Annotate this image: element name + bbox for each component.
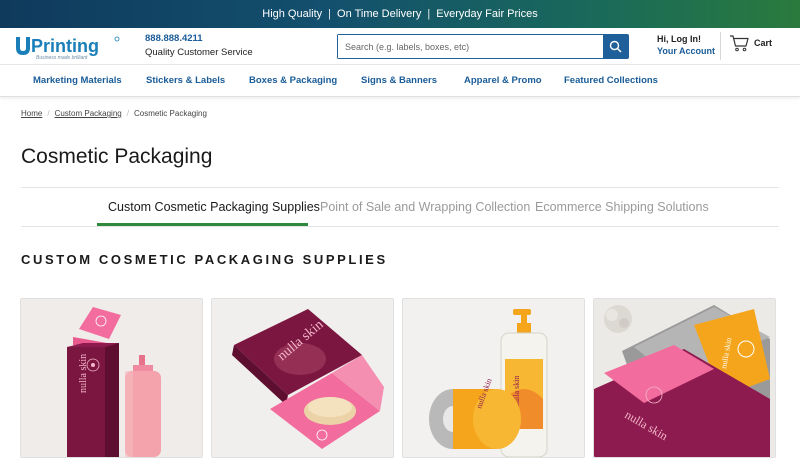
nav-item-boxes-packaging[interactable]: Boxes & Packaging <box>249 75 337 86</box>
tab-ecommerce-shipping[interactable]: Ecommerce Shipping Solutions <box>535 200 709 214</box>
promo-separator: | <box>427 8 431 20</box>
breadcrumb-custom-packaging[interactable]: Custom Packaging <box>55 109 122 118</box>
account-menu[interactable]: Hi, Log In! Your Account <box>657 33 715 57</box>
breadcrumb-separator: / <box>47 109 50 118</box>
product-card-tissue-pouch[interactable]: nulla skin nulla skin <box>593 298 776 458</box>
product-image-roll-labels: nulla skin nulla skin <box>403 299 584 457</box>
main-nav: Marketing Materials Stickers & Labels Bo… <box>0 64 800 97</box>
breadcrumb-home[interactable]: Home <box>21 109 42 118</box>
product-card-tuck-box[interactable]: nulla skin <box>211 298 394 458</box>
breadcrumb-current: Cosmetic Packaging <box>133 109 207 118</box>
tab-point-of-sale-wrapping[interactable]: Point of Sale and Wrapping Collection <box>320 200 530 214</box>
product-image-box-bottle: nulla skin <box>21 299 202 457</box>
search-input[interactable] <box>338 35 603 58</box>
account-link[interactable]: Your Account <box>657 45 715 57</box>
product-image-tuck-box: nulla skin <box>212 299 393 457</box>
nav-item-signs-banners[interactable]: Signs & Banners <box>361 75 437 86</box>
nav-item-stickers-labels[interactable]: Stickers & Labels <box>146 75 225 86</box>
nav-item-marketing-materials[interactable]: Marketing Materials <box>33 75 122 86</box>
phone-number[interactable]: 888.888.4211 <box>145 33 203 44</box>
site-header: Printing Business made brilliant 888.888… <box>0 28 800 64</box>
page-title: Cosmetic Packaging <box>21 145 213 168</box>
nav-item-featured-collections[interactable]: Featured Collections <box>564 75 658 86</box>
header-divider <box>720 32 721 60</box>
search-button[interactable] <box>603 35 628 58</box>
uprinting-logo[interactable]: Printing Business made brilliant <box>14 34 120 61</box>
product-card-box-bottle[interactable]: nulla skin <box>20 298 203 458</box>
logo-mark: Printing Business made brilliant <box>16 36 120 61</box>
breadcrumb: Home / Custom Packaging / Cosmetic Packa… <box>21 109 207 118</box>
product-card-roll-labels[interactable]: nulla skin nulla skin <box>402 298 585 458</box>
svg-text:Business made brilliant: Business made brilliant <box>36 55 88 60</box>
search-icon <box>609 40 622 53</box>
promo-delivery: On Time Delivery <box>337 8 422 20</box>
promo-prices: Everyday Fair Prices <box>436 8 538 20</box>
box-brand-text: nulla skin <box>78 354 89 393</box>
cart-button[interactable]: Cart <box>729 34 772 52</box>
promo-separator: | <box>328 8 332 20</box>
cart-label: Cart <box>754 38 773 48</box>
breadcrumb-separator: / <box>126 109 129 118</box>
tab-custom-cosmetic-packaging-supplies[interactable]: Custom Cosmetic Packaging Supplies <box>108 200 320 214</box>
svg-text:Printing: Printing <box>31 36 99 56</box>
login-link[interactable]: Hi, Log In! <box>657 33 715 45</box>
nav-item-apparel-promo[interactable]: Apparel & Promo <box>464 75 542 86</box>
service-text: Quality Customer Service <box>145 47 253 58</box>
section-heading: CUSTOM COSMETIC PACKAGING SUPPLIES <box>21 252 388 267</box>
search-bar <box>337 34 629 59</box>
active-tab-indicator <box>97 223 308 226</box>
promo-bar: High Quality | On Time Delivery | Everyd… <box>0 0 800 28</box>
collection-tabs: Custom Cosmetic Packaging Supplies Point… <box>21 187 779 227</box>
product-image-tissue-pouch: nulla skin nulla skin <box>594 299 775 457</box>
cart-icon <box>730 35 749 52</box>
promo-quality: High Quality <box>262 8 323 20</box>
